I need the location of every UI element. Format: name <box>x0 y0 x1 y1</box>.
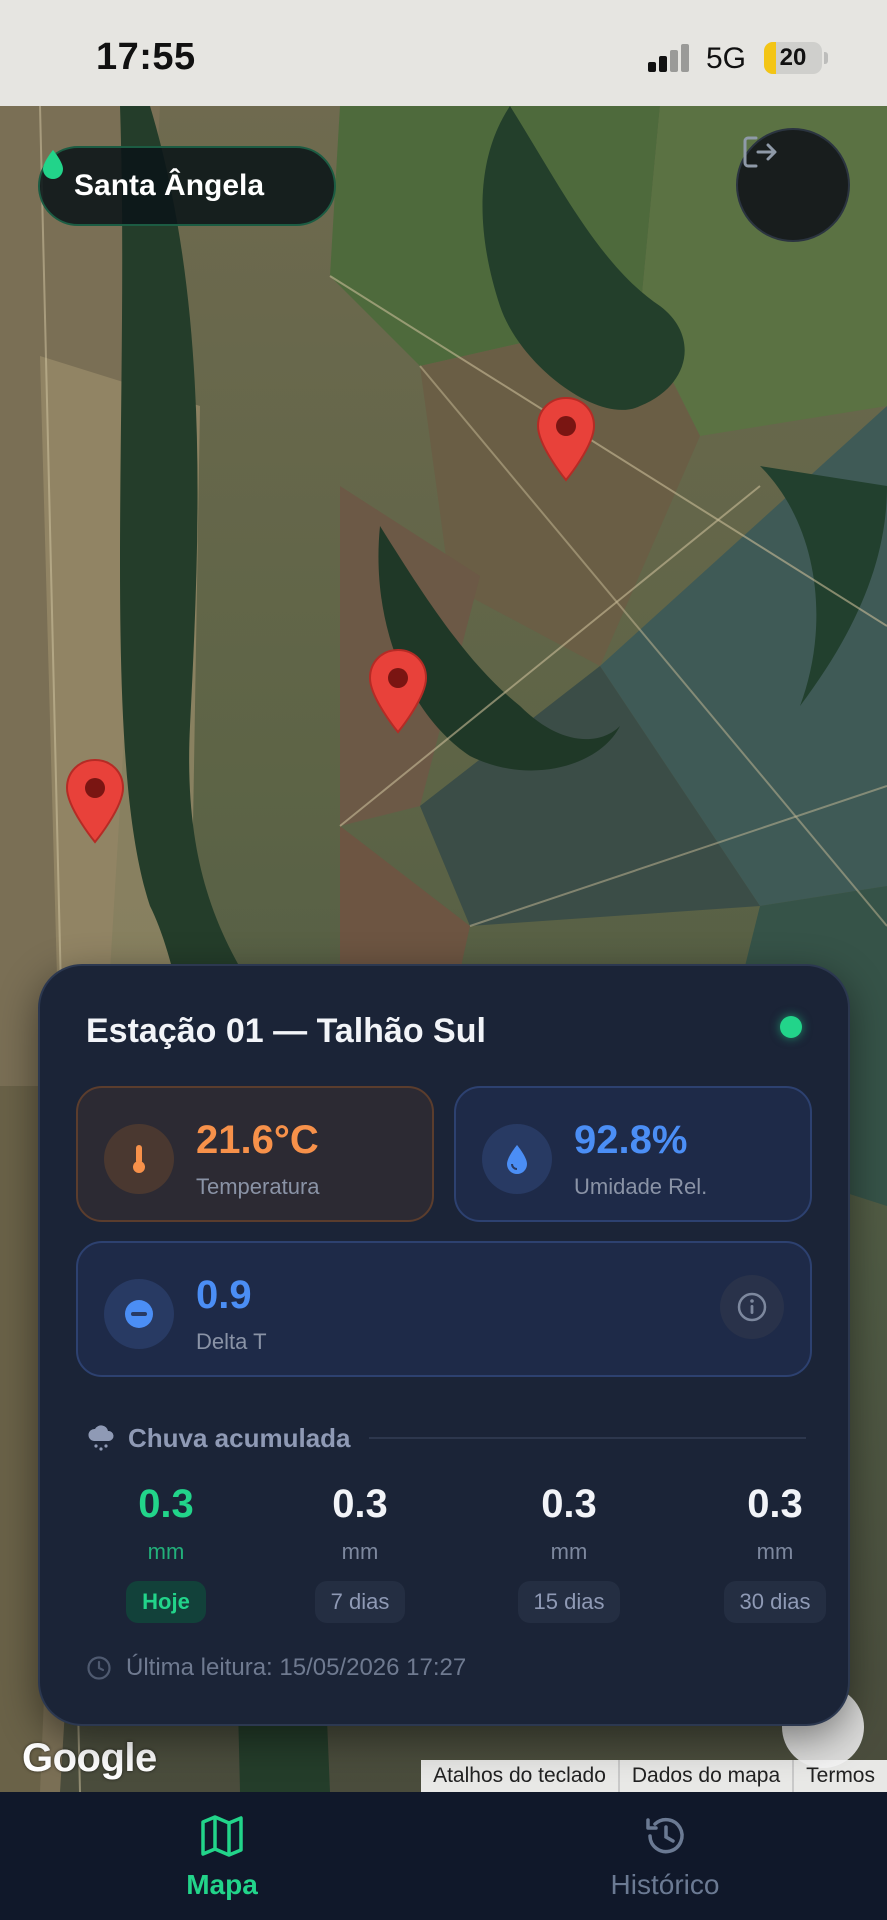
logout-button[interactable] <box>736 128 850 242</box>
humidity-value: 92.8% <box>574 1118 688 1162</box>
location-label: Santa Ângela <box>74 169 265 202</box>
battery-level: 20 <box>779 44 807 71</box>
temperature-value: 21.6°C <box>196 1118 319 1162</box>
google-logo: Google <box>22 1736 157 1780</box>
history-icon <box>646 1817 684 1854</box>
rain-today: 0.3 mm Hoje <box>96 1482 236 1623</box>
water-drop-icon <box>43 150 63 179</box>
terms-link[interactable]: Termos <box>792 1760 887 1792</box>
nav-tab-history[interactable]: Histórico <box>545 1814 785 1901</box>
station-title: Estação 01 — Talhão Sul <box>86 1012 486 1050</box>
clock-icon <box>87 1656 111 1680</box>
rain-period-badge: Hoje <box>126 1581 206 1623</box>
location-selector[interactable]: Santa Ângela <box>38 146 336 226</box>
rain-unit: mm <box>756 1539 794 1564</box>
minus-circle-icon <box>104 1279 174 1349</box>
rain-value: 0.3 <box>332 1482 388 1526</box>
network-type: 5G <box>706 42 747 75</box>
rain-unit: mm <box>550 1539 588 1564</box>
delta-t-info-button[interactable] <box>720 1275 784 1339</box>
rain-unit: mm <box>341 1539 379 1564</box>
rain-value: 0.3 <box>138 1482 194 1526</box>
battery-cap <box>824 52 828 64</box>
cellular-signal-icon <box>648 42 692 72</box>
bottom-navigation: Mapa Histórico <box>0 1792 887 1920</box>
station-marker-2[interactable] <box>367 648 429 734</box>
map-attribution-links: Atalhos do teclado Dados do mapa Termos <box>421 1760 887 1792</box>
temperature-card: 21.6°C Temperatura <box>76 1086 434 1222</box>
status-bar: 17:55 5G 20 <box>0 0 887 106</box>
temperature-label: Temperatura <box>196 1174 320 1199</box>
rain-30-days: 0.3 mm 30 dias <box>705 1482 845 1623</box>
rain-period-badge: 30 dias <box>723 1581 827 1623</box>
rain-unit: mm <box>147 1539 185 1564</box>
battery-icon: 20 <box>764 42 822 74</box>
rain-cloud-icon <box>88 1425 114 1451</box>
rain-15-days: 0.3 mm 15 dias <box>499 1482 639 1623</box>
delta-t-value: 0.9 <box>196 1273 252 1317</box>
logout-icon <box>743 136 777 168</box>
humidity-label: Umidade Rel. <box>574 1174 708 1199</box>
section-divider <box>368 1437 806 1439</box>
status-indicator <box>780 1016 802 1038</box>
map-data-link[interactable]: Dados do mapa <box>617 1760 792 1792</box>
humidity-card: 92.8% Umidade Rel. <box>454 1086 812 1222</box>
last-reading: Última leitura: 15/05/2026 17:27 <box>86 1654 466 1682</box>
nav-tab-map[interactable]: Mapa <box>102 1814 342 1901</box>
map-icon <box>201 1815 243 1857</box>
rain-7-days: 0.3 mm 7 dias <box>290 1482 430 1623</box>
water-drop-icon <box>482 1124 552 1194</box>
nav-label-map: Mapa <box>186 1869 258 1900</box>
station-marker-3[interactable] <box>64 758 126 844</box>
thermometer-icon <box>104 1124 174 1194</box>
delta-t-card: 0.9 Delta T <box>76 1241 812 1377</box>
status-time: 17:55 <box>96 36 196 78</box>
delta-t-label: Delta T <box>196 1329 267 1354</box>
last-reading-text: Última leitura: 15/05/2026 17:27 <box>126 1654 467 1681</box>
rain-section-header: Chuva acumulada <box>86 1418 806 1458</box>
info-icon <box>737 1292 767 1322</box>
rain-section-title: Chuva acumulada <box>128 1422 351 1453</box>
rain-value: 0.3 <box>747 1482 803 1526</box>
rain-period-badge: 7 dias <box>314 1581 406 1623</box>
station-marker-1[interactable] <box>535 396 597 482</box>
station-card: Estação 01 — Talhão Sul 21.6°C Temperatu… <box>38 964 850 1726</box>
rain-period-badge: 15 dias <box>517 1581 621 1623</box>
rain-value: 0.3 <box>541 1482 597 1526</box>
keyboard-shortcuts-link[interactable]: Atalhos do teclado <box>421 1760 618 1792</box>
nav-label-history: Histórico <box>610 1869 720 1900</box>
